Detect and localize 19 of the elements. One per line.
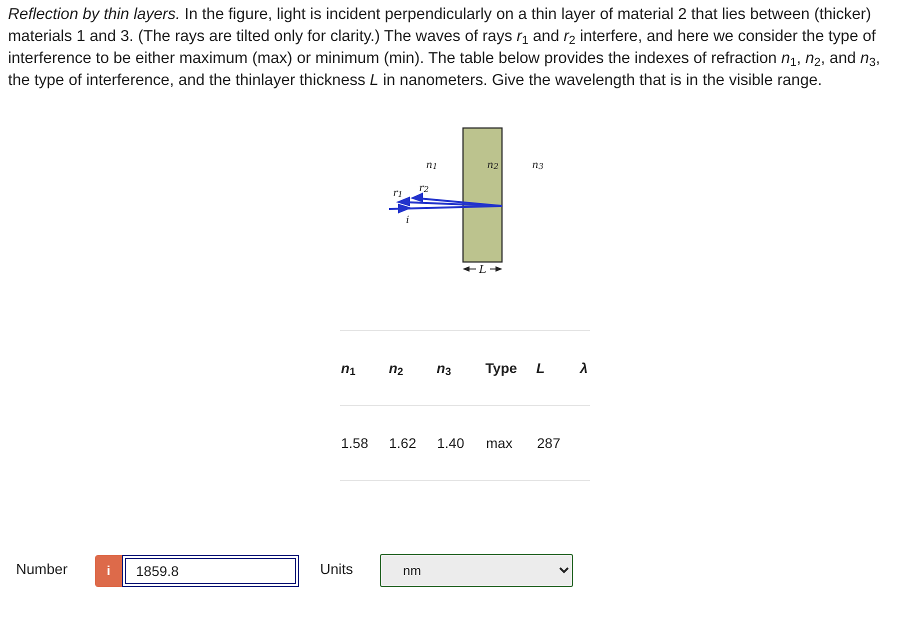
table-cell-text: 287 <box>537 434 562 452</box>
column-header: n$_{3}$ <box>436 358 452 378</box>
column-header: Type <box>485 358 518 378</box>
number-label: Number <box>16 560 69 580</box>
column-header: λ <box>580 358 589 378</box>
table-cell-text: 1.40 <box>437 434 466 452</box>
column-header: n$_{1}$ <box>341 358 356 378</box>
figure-label: i <box>406 215 409 226</box>
figure-label: L <box>478 263 486 276</box>
column-header: L <box>536 358 546 378</box>
table-cell-text: 1.58 <box>341 434 370 452</box>
number-input[interactable]: 1859.8 <box>122 554 299 586</box>
table-cell-text: 1.62 <box>389 434 418 452</box>
question-text: Reflection by thin layers. In the figure, light is incident perpendicularly on a thin layer of material 2 that lies between (thicker) materials 1 and 3. (The rays are tilted only for clarity.) The waves of rays r$_{1}$ and r$_{2}$ interfere, and here we consider the type of interference to be either maximum (max) or minimum (min). The table below provides the indexes of refraction n$_{1}$, n$_{2}$, and n$_{3}$, the type of interference, and the thinlayer thickness L in nanometers. Give the wavelength that is in the visible range. <box>7 5 882 91</box>
thickness-arrows <box>462 266 502 272</box>
table-cell-text: max <box>486 434 514 452</box>
units-select[interactable]: nm <box>380 554 573 587</box>
column-header: n$_{2}$ <box>388 358 404 378</box>
units-label: Units <box>320 560 354 580</box>
